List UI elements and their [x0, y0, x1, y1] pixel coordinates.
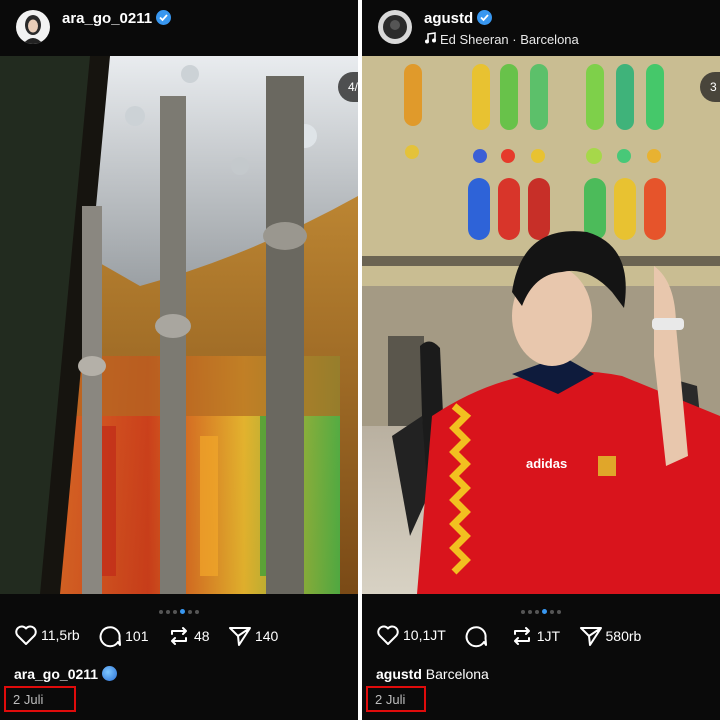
post-header: ara_go_0211: [0, 0, 358, 56]
post-username[interactable]: ara_go_0211: [62, 10, 172, 27]
shirt-brand-text: adidas: [526, 456, 567, 471]
verified-badge-icon: [156, 10, 172, 25]
carousel-dots: [0, 603, 358, 615]
post-header: agustd Ed Sheeran · Barcelona: [362, 0, 720, 56]
music-note-icon: [424, 32, 436, 47]
carousel-dot: [188, 609, 192, 614]
caption-text: Barcelona: [425, 666, 489, 682]
repost-count: 1JT: [536, 628, 561, 644]
carousel-dots: [362, 603, 720, 615]
man-in-basilica-image: adidas: [362, 56, 720, 594]
carousel-dot: [159, 609, 163, 614]
comment-button[interactable]: [464, 624, 491, 654]
carousel-dot: [528, 609, 532, 614]
carousel-dot: [550, 609, 554, 614]
carousel-dot: [173, 609, 177, 614]
caption-username[interactable]: ara_go_0211: [14, 666, 98, 682]
send-plane-icon: [228, 627, 251, 646]
like-count: 10,1JT: [403, 627, 446, 643]
action-bar: 10,1JT 1JT 580rb: [376, 624, 655, 654]
heart-outline-icon: [15, 625, 37, 645]
share-count: 140: [254, 628, 279, 644]
speech-bubble-icon: [99, 626, 122, 648]
carousel-dot: [557, 609, 561, 614]
music-text: Ed Sheeran · Barcelona: [440, 32, 579, 47]
basilica-interior-image: [0, 56, 358, 594]
share-button[interactable]: 580rb: [579, 624, 642, 654]
post-date: 2 Juli: [4, 686, 76, 712]
carousel-dot-active: [180, 609, 185, 615]
left-post: ara_go_0211 4/ 11,5rb 101 48 140 ara_go_…: [0, 0, 358, 720]
repost-count: 48: [193, 628, 210, 644]
repost-arrows-icon: [170, 627, 187, 645]
verified-badge-icon: [477, 10, 493, 25]
post-username[interactable]: agustd: [424, 10, 493, 27]
avatar[interactable]: [378, 10, 412, 44]
carousel-dot: [535, 609, 539, 614]
heart-outline-icon: [377, 625, 399, 645]
username-text[interactable]: ara_go_0211: [62, 10, 152, 27]
post-date: 2 Juli: [366, 686, 426, 712]
comment-button[interactable]: 101: [98, 624, 148, 654]
caption-username[interactable]: agustd: [376, 666, 422, 682]
post-photo[interactable]: adidas 3: [362, 56, 720, 594]
post-caption: ara_go_0211: [14, 666, 118, 682]
like-count: 11,5rb: [41, 627, 80, 643]
username-text[interactable]: agustd: [424, 10, 473, 27]
repost-button[interactable]: 1JT: [510, 624, 560, 654]
share-count: 580rb: [605, 628, 642, 644]
action-bar: 11,5rb 101 48 140: [14, 624, 292, 654]
send-plane-icon: [579, 627, 602, 646]
post-photo[interactable]: 4/: [0, 56, 358, 594]
carousel-dot: [521, 609, 525, 614]
carousel-dot-active: [542, 609, 547, 615]
comment-count: 101: [125, 628, 149, 644]
share-button[interactable]: 140: [228, 624, 278, 654]
repost-button[interactable]: 48: [167, 624, 210, 654]
right-post: agustd Ed Sheeran · Barcelona adidas 3 1…: [362, 0, 720, 720]
like-button[interactable]: 11,5rb: [14, 624, 80, 654]
speech-bubble-icon: [465, 626, 488, 648]
carousel-dot: [195, 609, 199, 614]
like-button[interactable]: 10,1JT: [376, 624, 446, 654]
carousel-dot: [166, 609, 170, 614]
post-caption: agustd Barcelona: [376, 666, 489, 682]
music-info[interactable]: Ed Sheeran · Barcelona: [424, 32, 579, 47]
globe-emoji-icon: [102, 666, 118, 681]
avatar[interactable]: [16, 10, 50, 44]
repost-arrows-icon: [513, 627, 530, 645]
